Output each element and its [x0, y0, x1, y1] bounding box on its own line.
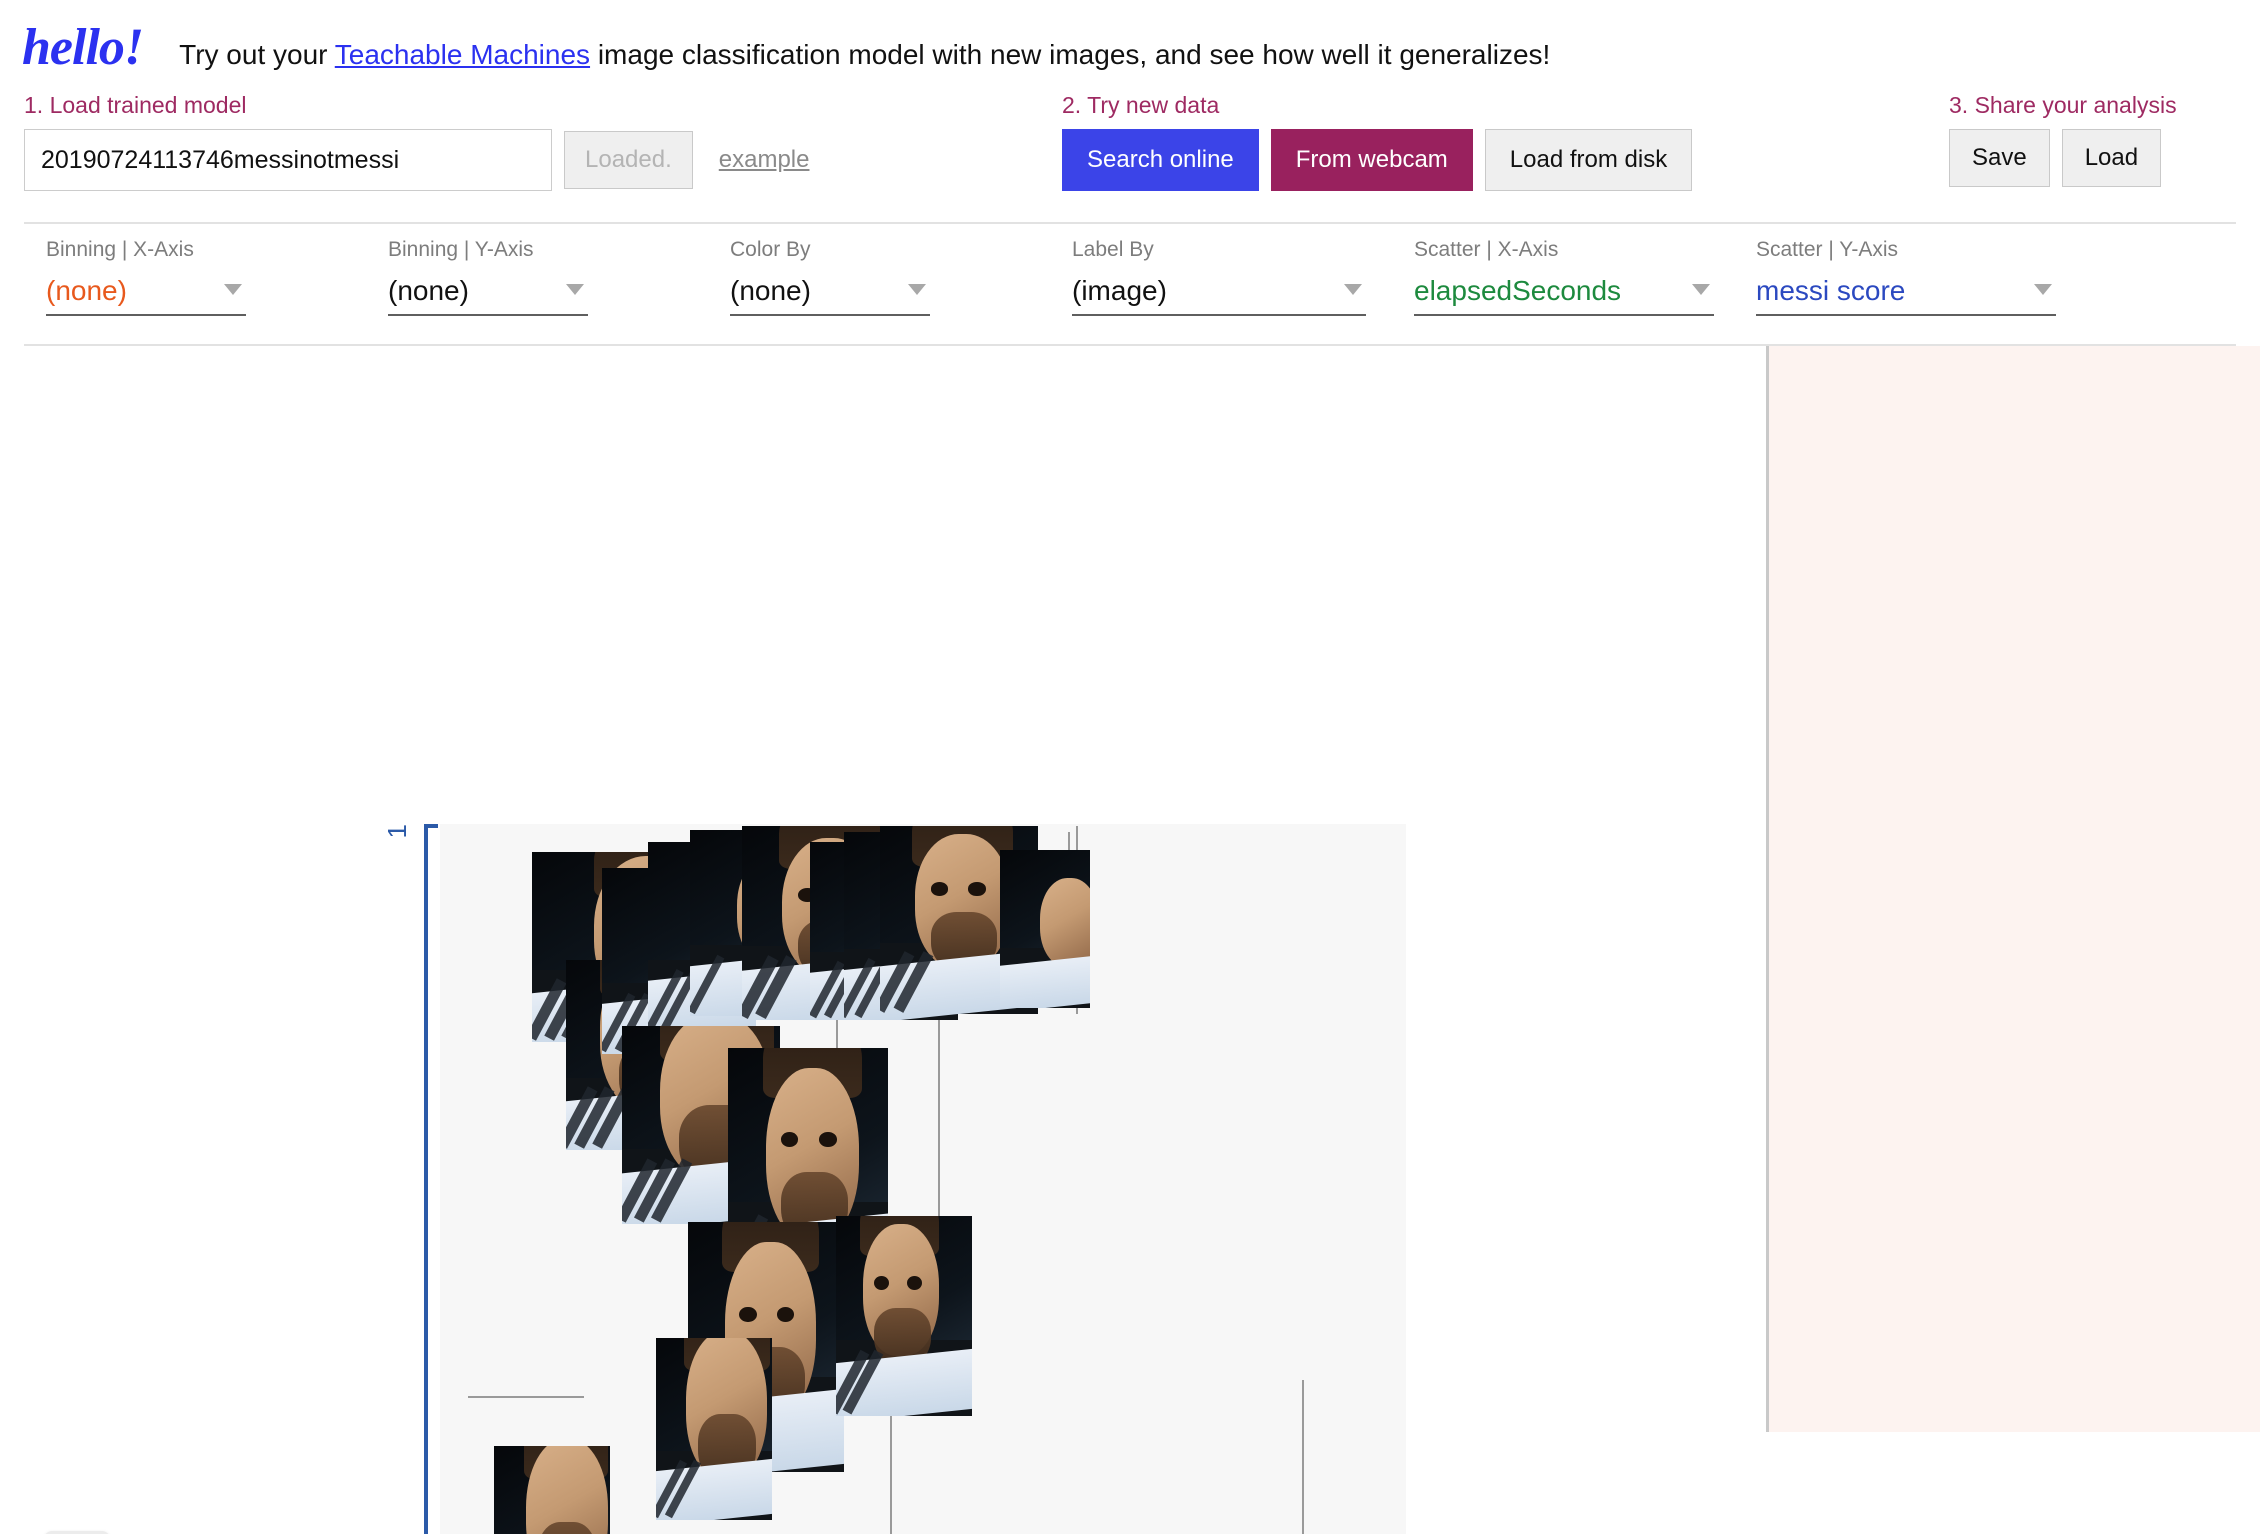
load-button[interactable]: Load: [2061, 129, 2162, 187]
example-link[interactable]: example: [719, 146, 810, 174]
model-name-input[interactable]: [24, 129, 552, 191]
details-side-panel: [1766, 346, 2260, 1432]
chevron-down-icon: [566, 284, 584, 295]
selector-binning-x: Binning | X-Axis (none): [46, 238, 258, 316]
selector-label: Color By: [730, 238, 811, 261]
app-logo: hello!: [22, 19, 144, 76]
teachable-machines-link[interactable]: Teachable Machines: [335, 39, 590, 70]
step-2-label: 2. Try new data: [1062, 92, 1220, 118]
selector-scatter-x: Scatter | X-Axis elapsedSeconds: [1414, 238, 1714, 316]
selector-binning-y: Binning | Y-Axis (none): [388, 238, 600, 316]
selector-label: Label By: [1072, 238, 1154, 261]
color-by-dropdown[interactable]: (none): [730, 268, 930, 316]
from-webcam-button[interactable]: From webcam: [1270, 129, 1473, 191]
selector-label: Scatter | X-Axis: [1414, 238, 1559, 261]
binning-x-dropdown[interactable]: (none): [46, 268, 246, 316]
selector-scatter-y: Scatter | Y-Axis messi score: [1756, 238, 2056, 316]
save-button[interactable]: Save: [1949, 129, 2050, 187]
y-axis-max-label: 1: [382, 824, 412, 839]
selector-value: messi score: [1756, 275, 1906, 306]
chevron-down-icon: [1692, 284, 1710, 295]
scatter-y-dropdown[interactable]: messi score: [1756, 268, 2056, 316]
scatter-x-dropdown[interactable]: elapsedSeconds: [1414, 268, 1714, 316]
chevron-down-icon: [2034, 284, 2052, 295]
scatter-point-image[interactable]: [1000, 850, 1090, 1008]
page-header: hello! Try out your Teachable Machines i…: [0, 0, 2260, 92]
main-content: 1 0.4 2 18: [0, 346, 2260, 1534]
tagline-suffix: image classification model with new imag…: [590, 39, 1551, 70]
tagline-prefix: Try out your: [179, 39, 335, 70]
leader-line: [468, 1396, 584, 1398]
chevron-down-icon: [224, 284, 242, 295]
toolbar: 1. Load trained model Loaded. example 2.…: [24, 92, 2236, 224]
selector-value: elapsedSeconds: [1414, 275, 1622, 306]
step-1-label: 1. Load trained model: [24, 92, 247, 118]
loaded-status-button: Loaded.: [564, 131, 693, 189]
axis-selector-row: Binning | X-Axis (none) Binning | Y-Axis…: [24, 224, 2236, 346]
scatter-point-image[interactable]: [656, 1338, 772, 1520]
selector-value: (none): [46, 275, 127, 306]
selector-value: (none): [388, 275, 469, 306]
search-online-button[interactable]: Search online: [1062, 129, 1259, 191]
y-axis: [424, 824, 438, 1534]
scatter-point-image[interactable]: [836, 1216, 972, 1416]
leader-line: [1302, 1380, 1304, 1534]
selector-color-by: Color By (none): [730, 238, 942, 316]
try-new-data-group: 2. Try new data Search online From webca…: [1062, 92, 1693, 191]
load-model-group: 1. Load trained model Loaded. example: [24, 92, 809, 191]
scatter-point-image[interactable]: [494, 1446, 610, 1534]
share-analysis-group: 3. Share your analysis Save Load: [1949, 92, 2177, 187]
load-from-disk-button[interactable]: Load from disk: [1484, 129, 1693, 191]
label-by-dropdown[interactable]: (image): [1072, 268, 1366, 316]
chevron-down-icon: [908, 284, 926, 295]
plot-canvas[interactable]: [440, 824, 1406, 1534]
step-3-label: 3. Share your analysis: [1949, 92, 2177, 118]
chevron-down-icon: [1344, 284, 1362, 295]
binning-y-dropdown[interactable]: (none): [388, 268, 588, 316]
selector-value: (image): [1072, 275, 1167, 306]
selector-label: Binning | X-Axis: [46, 238, 194, 261]
selector-value: (none): [730, 275, 811, 306]
selector-label: Scatter | Y-Axis: [1756, 238, 1899, 261]
selector-label-by: Label By (image): [1072, 238, 1366, 316]
selector-label: Binning | Y-Axis: [388, 238, 534, 261]
page-tagline: Try out your Teachable Machines image cl…: [179, 41, 1550, 69]
